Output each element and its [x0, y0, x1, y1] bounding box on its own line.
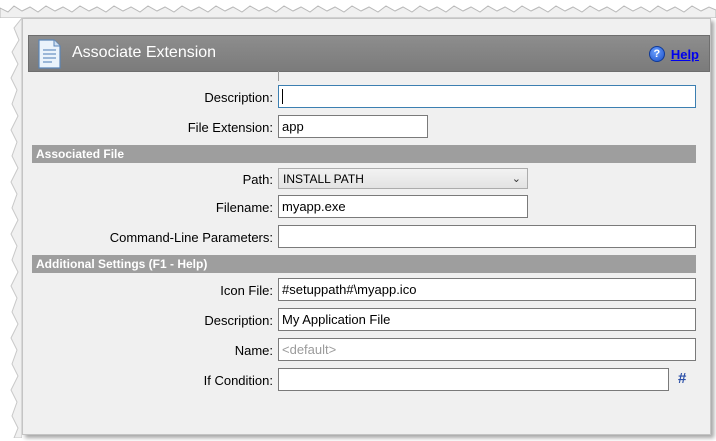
icon-file-label: Icon File:: [220, 283, 273, 298]
help-area[interactable]: ? Help: [648, 46, 699, 62]
name-label: Name:: [234, 343, 273, 358]
description-label: Description:: [204, 90, 273, 105]
icon-file-input[interactable]: #setuppath#\myapp.ico: [278, 278, 696, 301]
associated-file-header: Associated File: [32, 145, 696, 163]
path-label: Path:: [242, 172, 273, 187]
help-link[interactable]: Help: [671, 47, 699, 62]
file-extension-label: File Extension:: [187, 120, 273, 135]
if-condition-label: If Condition:: [203, 373, 273, 388]
file-extension-input[interactable]: app: [278, 115, 428, 138]
name-input[interactable]: <default>: [278, 338, 696, 361]
torn-left-edge: [10, 18, 22, 438]
command-line-input[interactable]: [278, 225, 696, 248]
if-condition-input[interactable]: [278, 368, 669, 391]
divider-tick: [278, 71, 279, 81]
path-select-value: INSTALL PATH: [283, 172, 364, 186]
additional-description-input[interactable]: My Application File: [278, 308, 696, 331]
description-input[interactable]: [278, 85, 696, 108]
dialog-header: Associate Extension ? Help: [28, 35, 710, 72]
document-icon: [38, 39, 61, 69]
condition-builder-button[interactable]: #: [678, 370, 686, 387]
dialog-title: Associate Extension: [72, 44, 217, 61]
filename-label: Filename:: [215, 200, 273, 215]
filename-input[interactable]: myapp.exe: [278, 195, 528, 218]
dialog-panel: Associate Extension ? Help Description: …: [22, 18, 711, 435]
chevron-down-icon: ⌄: [511, 173, 521, 185]
additional-settings-header: Additional Settings (F1 - Help): [32, 255, 696, 273]
text-caret: [282, 89, 283, 104]
command-line-label: Command-Line Parameters:: [109, 230, 273, 245]
help-icon[interactable]: ?: [648, 46, 665, 62]
additional-description-label: Description:: [204, 313, 273, 328]
path-select[interactable]: INSTALL PATH ⌄: [278, 168, 528, 189]
torn-edge: [0, 5, 716, 18]
